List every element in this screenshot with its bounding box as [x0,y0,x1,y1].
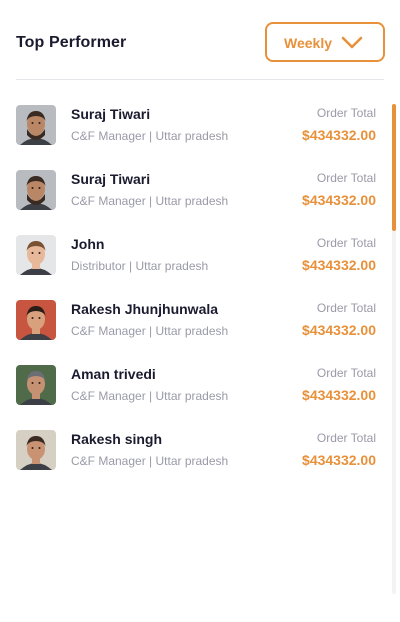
performer-name: Rakesh Jhunjhunwala [71,301,219,317]
performer-name: Rakesh singh [71,431,163,447]
order-total-amount: $434332.00 [302,322,376,338]
top-performer-card: Top Performer Weekly Suraj Tiwari C&F Ma… [0,0,400,622]
avatar [16,105,56,145]
order-total-amount: $434332.00 [302,257,376,273]
period-dropdown[interactable]: Weekly [265,22,385,62]
order-total-amount: $434332.00 [302,387,376,403]
order-total-amount: $434332.00 [302,127,376,143]
order-total-label: Order Total [316,366,376,380]
avatar [16,170,56,210]
avatar [16,235,56,275]
order-total-label: Order Total [316,301,376,315]
performer-row[interactable]: Aman trivedi C&F Manager | Uttar pradesh… [16,364,380,429]
avatar [16,430,56,470]
performer-list: Suraj Tiwari C&F Manager | Uttar pradesh… [16,104,380,494]
card-header: Top Performer Weekly [16,22,385,66]
performer-role: C&F Manager | Uttar pradesh [71,129,229,143]
performer-name: Aman trivedi [71,366,156,382]
scrollbar-thumb[interactable] [392,104,396,231]
order-total-label: Order Total [316,431,376,445]
order-total-amount: $434332.00 [302,192,376,208]
performer-row[interactable]: John Distributor | Uttar pradesh Order T… [16,234,380,299]
scrollbar[interactable] [392,104,396,594]
header-divider [16,79,384,80]
performer-row[interactable]: Rakesh Jhunjhunwala C&F Manager | Uttar … [16,299,380,364]
performer-role: C&F Manager | Uttar pradesh [71,454,229,468]
order-total-label: Order Total [316,171,376,185]
chevron-down-icon [341,36,363,49]
order-total-amount: $434332.00 [302,452,376,468]
performer-role: C&F Manager | Uttar pradesh [71,389,229,403]
order-total-label: Order Total [316,106,376,120]
performer-row[interactable]: Suraj Tiwari C&F Manager | Uttar pradesh… [16,104,380,169]
avatar [16,300,56,340]
performer-name: John [71,236,105,252]
performer-name: Suraj Tiwari [71,171,151,187]
card-title: Top Performer [16,34,127,51]
performer-row[interactable]: Suraj Tiwari C&F Manager | Uttar pradesh… [16,169,380,234]
performer-role: C&F Manager | Uttar pradesh [71,194,229,208]
performer-row[interactable]: Rakesh singh C&F Manager | Uttar pradesh… [16,429,380,494]
avatar [16,365,56,405]
performer-name: Suraj Tiwari [71,106,151,122]
period-dropdown-label: Weekly [284,35,332,51]
performer-role: C&F Manager | Uttar pradesh [71,324,229,338]
order-total-label: Order Total [316,236,376,250]
performer-role: Distributor | Uttar pradesh [71,259,209,273]
